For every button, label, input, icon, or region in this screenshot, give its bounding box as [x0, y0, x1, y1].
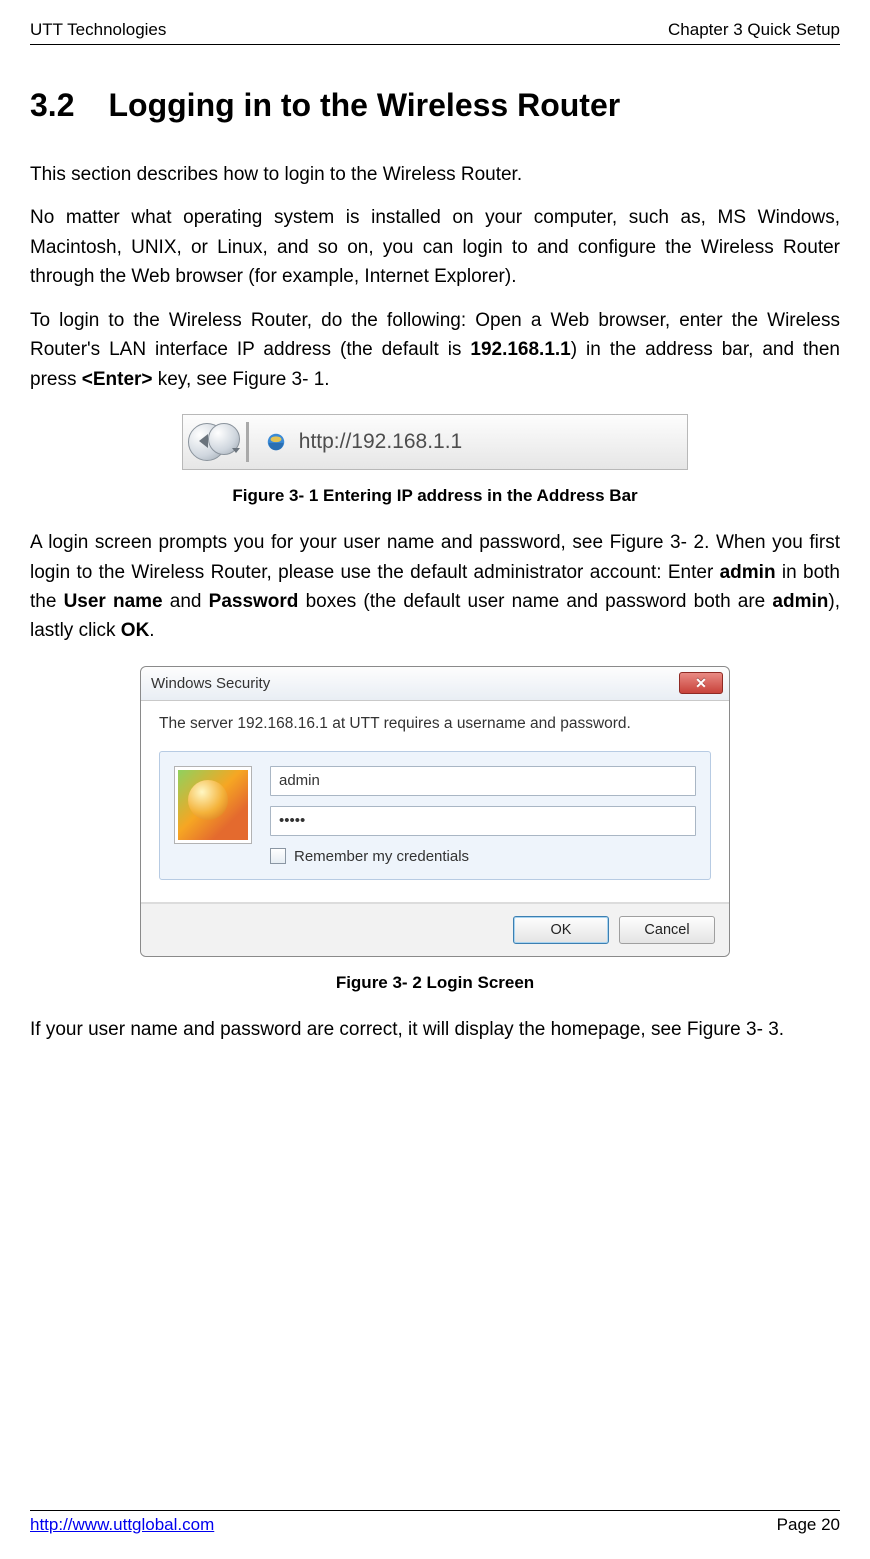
- figure-1-caption: Figure 3- 1 Entering IP address in the A…: [30, 486, 840, 506]
- ie-icon: [265, 431, 287, 453]
- dialog-button-row: OK Cancel: [141, 903, 729, 956]
- header-left: UTT Technologies: [30, 20, 166, 40]
- remember-checkbox[interactable]: [270, 848, 286, 864]
- figure-address-bar: http://192.168.1.1: [30, 414, 840, 470]
- section-heading-text: Logging in to the Wireless Router: [108, 87, 620, 123]
- username-field[interactable]: admin: [270, 766, 696, 796]
- close-icon: ✕: [695, 675, 707, 692]
- page-header: UTT Technologies Chapter 3 Quick Setup: [30, 20, 840, 45]
- default-ip: 192.168.1.1: [470, 339, 570, 360]
- browser-address-bar: http://192.168.1.1: [182, 414, 688, 470]
- dialog-titlebar: Windows Security ✕: [141, 667, 729, 701]
- user-avatar: [174, 766, 252, 844]
- figure-login-dialog: Windows Security ✕ The server 192.168.16…: [30, 666, 840, 957]
- paragraph-homepage: If your user name and password are corre…: [30, 1015, 840, 1044]
- dialog-title: Windows Security: [151, 675, 270, 692]
- page-footer: http://www.uttglobal.com Page 20: [30, 1510, 840, 1535]
- browser-back-forward[interactable]: [188, 420, 240, 464]
- dialog-message: The server 192.168.16.1 at UTT requires …: [159, 715, 711, 733]
- paragraph-login-steps: To login to the Wireless Router, do the …: [30, 306, 840, 394]
- remember-credentials-row[interactable]: Remember my credentials: [270, 848, 696, 865]
- enter-key: <Enter>: [82, 369, 153, 390]
- ok-button[interactable]: OK: [513, 916, 609, 944]
- figure-2-caption: Figure 3- 2 Login Screen: [30, 973, 840, 993]
- footer-page: Page 20: [777, 1515, 840, 1535]
- credentials-panel: admin ••••• Remember my credentials: [159, 751, 711, 880]
- paragraph-intro: This section describes how to login to t…: [30, 160, 840, 189]
- windows-security-dialog: Windows Security ✕ The server 192.168.16…: [140, 666, 730, 957]
- address-bar-url[interactable]: http://192.168.1.1: [299, 430, 682, 454]
- cancel-button[interactable]: Cancel: [619, 916, 715, 944]
- footer-url[interactable]: http://www.uttglobal.com: [30, 1515, 214, 1535]
- remember-label: Remember my credentials: [294, 848, 469, 865]
- paragraph-login-creds: A login screen prompts you for your user…: [30, 528, 840, 646]
- section-number: 3.2: [30, 87, 74, 124]
- paragraph-os: No matter what operating system is insta…: [30, 203, 840, 291]
- header-right: Chapter 3 Quick Setup: [668, 20, 840, 40]
- section-title: 3.2 Logging in to the Wireless Router: [30, 87, 840, 124]
- password-field[interactable]: •••••: [270, 806, 696, 836]
- close-button[interactable]: ✕: [679, 672, 723, 694]
